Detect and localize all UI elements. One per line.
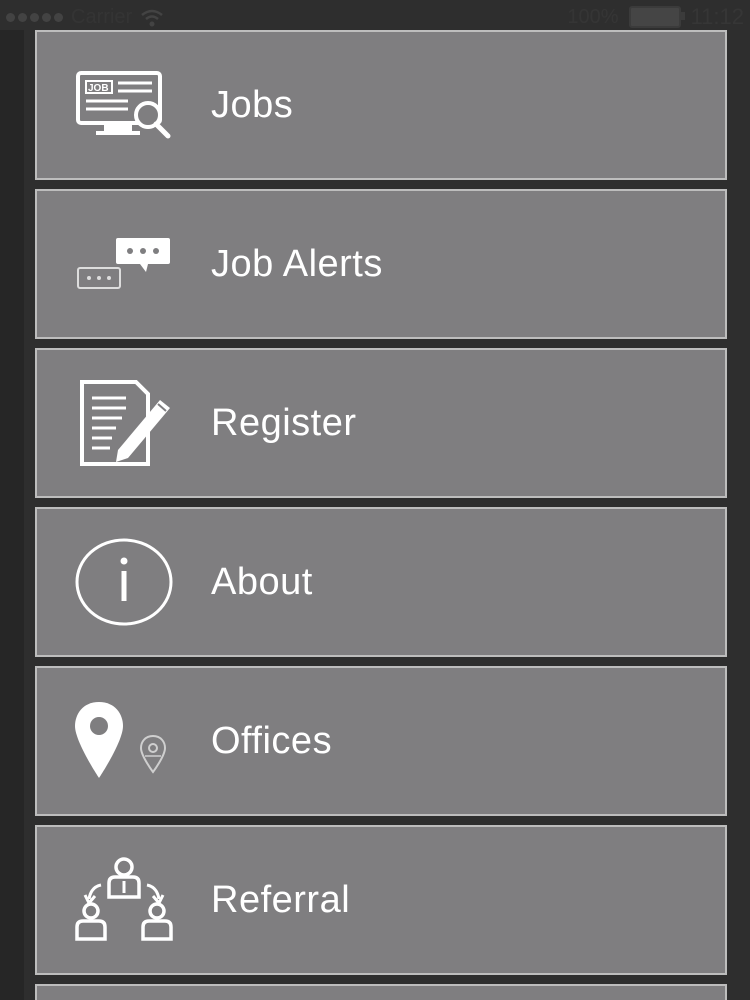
menu-item-referral[interactable]: Referral — [35, 825, 727, 975]
battery-icon — [628, 6, 685, 28]
battery-percent: 100% — [567, 5, 619, 28]
signal-strength-icon — [6, 13, 63, 22]
side-panel-edge — [0, 30, 24, 1000]
menu-label-jobs: Jobs — [211, 83, 294, 126]
menu-item-jobs[interactable]: JOB Jobs — [35, 30, 727, 180]
status-right: 100% 11:12 — [567, 4, 744, 30]
chat-bubbles-icon — [37, 191, 211, 337]
status-bar: Carrier 100% 11:12 — [0, 0, 750, 32]
menu-item-offices[interactable]: Offices — [35, 666, 727, 816]
job-search-icon: JOB — [37, 32, 211, 178]
form-pencil-icon — [37, 350, 211, 496]
map-pin-icon — [37, 668, 211, 814]
status-time: 11:12 — [690, 4, 744, 29]
menu-item-register[interactable]: Register — [35, 348, 727, 498]
carrier-name: Carrier — [71, 6, 133, 28]
menu-label-referral: Referral — [211, 878, 351, 921]
svg-text:JOB: JOB — [88, 83, 109, 94]
people-referral-icon — [37, 827, 211, 973]
menu-item-job-alerts[interactable]: Job Alerts — [35, 189, 727, 339]
app-screen: Carrier 100% 11:12 JOB Jobs Job Alerts R… — [0, 0, 750, 1000]
menu-item-about[interactable]: About — [35, 507, 727, 657]
wifi-icon — [141, 9, 163, 26]
menu-item-next[interactable] — [35, 984, 727, 1000]
menu-label-about: About — [211, 560, 313, 603]
menu-label-job-alerts: Job Alerts — [211, 242, 383, 285]
menu-label-register: Register — [211, 401, 357, 444]
info-icon — [37, 509, 211, 655]
menu-label-offices: Offices — [211, 719, 333, 762]
status-left: Carrier — [6, 6, 164, 29]
main-menu: JOB Jobs Job Alerts Register About Offic… — [35, 30, 727, 1000]
